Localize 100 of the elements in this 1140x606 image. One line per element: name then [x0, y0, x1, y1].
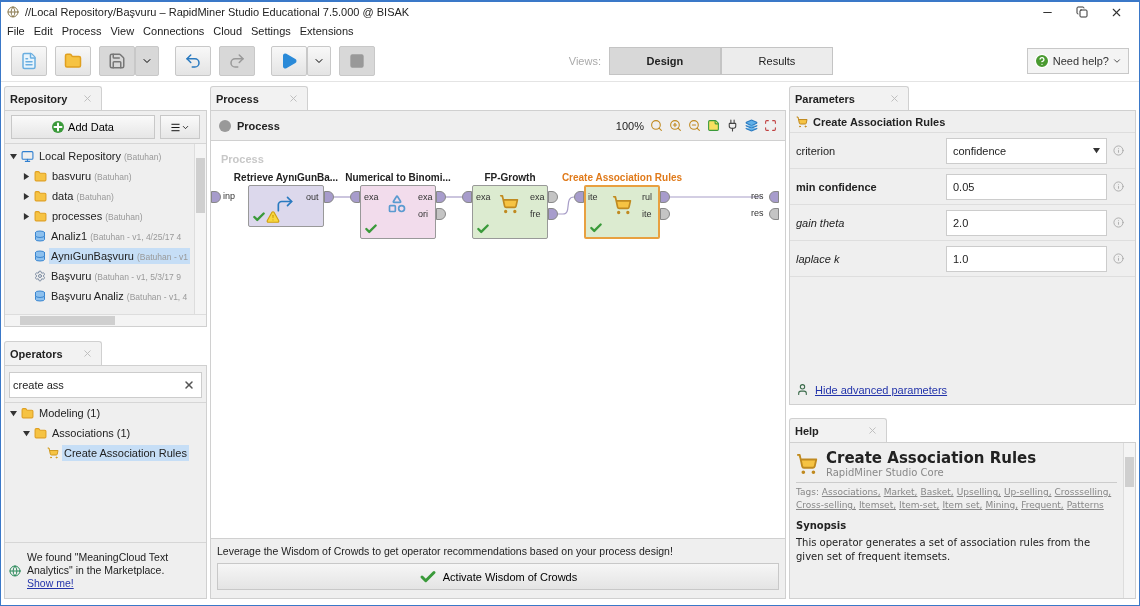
tree-item[interactable]: Analiz1 (Batuhan - v1, 4/25/17 4 — [49, 228, 184, 244]
menu-button[interactable] — [160, 115, 200, 139]
layers-icon[interactable] — [745, 119, 758, 132]
scrollbar[interactable] — [1123, 443, 1135, 598]
output-port[interactable] — [324, 191, 334, 203]
output-port[interactable] — [548, 191, 558, 203]
fit-icon[interactable] — [764, 119, 777, 132]
menu-item[interactable]: Edit — [33, 25, 53, 37]
panel-tab[interactable]: Process — [210, 86, 308, 110]
run-button[interactable] — [271, 45, 307, 76]
collapsed-icon[interactable] — [23, 192, 30, 200]
zoom-out-icon[interactable] — [688, 119, 701, 132]
zoom-reset-icon[interactable] — [650, 119, 663, 132]
app-icon — [7, 6, 19, 18]
menu-item[interactable]: File — [7, 25, 25, 37]
cart-icon — [47, 447, 59, 459]
menu-item[interactable]: Cloud — [213, 25, 242, 37]
panel-tab[interactable]: Help — [789, 418, 887, 442]
port-label: res — [751, 191, 764, 201]
tree-item[interactable]: processes (Batuhan) — [50, 208, 145, 224]
operator-node[interactable] — [248, 185, 324, 227]
output-port[interactable] — [436, 191, 446, 203]
result-port[interactable] — [769, 208, 779, 220]
collapsed-icon[interactable] — [23, 212, 30, 220]
menu-item[interactable]: Extensions — [299, 25, 354, 37]
panel-tab[interactable]: Repository — [4, 86, 102, 110]
output-port[interactable] — [660, 208, 670, 220]
menu-item[interactable]: Connections — [143, 25, 205, 37]
port-label: exa — [418, 192, 433, 202]
output-port[interactable] — [548, 208, 558, 220]
tree-item[interactable]: basvuru (Batuhan) — [50, 168, 134, 184]
input-port[interactable] — [462, 191, 472, 203]
window-title: //Local Repository/Başvuru – RapidMiner Studio Educational 7.5.000 @ BISAK — [25, 6, 411, 18]
output-port[interactable] — [660, 191, 670, 203]
play-icon — [280, 51, 298, 70]
output-port[interactable] — [436, 208, 446, 220]
check-icon — [252, 210, 266, 224]
input-port[interactable] — [211, 191, 221, 203]
menu-item[interactable]: Process — [61, 25, 102, 37]
operator-node[interactable] — [472, 185, 548, 239]
result-port[interactable] — [769, 191, 779, 203]
help-button[interactable]: Need help? — [1026, 47, 1129, 74]
tree-item[interactable]: data (Batuhan) — [50, 188, 116, 204]
info-icon[interactable] — [1112, 217, 1124, 228]
view-tab[interactable]: Results — [720, 46, 833, 75]
expanded-icon[interactable] — [10, 152, 17, 160]
views-label: Views: — [568, 54, 601, 67]
tree-item[interactable]: Associations (1) — [50, 425, 133, 441]
undo-button[interactable] — [175, 45, 211, 76]
tree-item[interactable]: Başvuru (Batuhan - v1, 5/3/17 9 — [49, 268, 183, 284]
redo-button[interactable] — [219, 45, 255, 76]
tree-item[interactable]: AynıGunBaşvuru (Batuhan - v1 — [49, 248, 191, 264]
parameter-field[interactable]: 2.0 — [946, 209, 1107, 236]
restore-icon[interactable] — [1076, 5, 1088, 18]
zoom-in-icon[interactable] — [669, 119, 682, 132]
tree-item[interactable]: Başvuru Analiz (Batuhan - v1, 4 — [49, 288, 190, 304]
stop-button[interactable] — [339, 45, 375, 76]
menu-item[interactable]: Settings — [251, 25, 291, 37]
panel-tab[interactable]: Parameters — [789, 86, 909, 110]
info-icon[interactable] — [1112, 181, 1124, 192]
note-icon[interactable] — [707, 119, 720, 132]
scrollbar[interactable] — [194, 144, 206, 314]
operator-title: Create Association Rules — [560, 172, 684, 183]
info-icon[interactable] — [1112, 253, 1124, 264]
input-port[interactable] — [574, 191, 584, 203]
expanded-icon[interactable] — [23, 429, 30, 437]
clear-icon[interactable] — [183, 379, 195, 391]
advanced-link[interactable]: Hide advanced parameters — [815, 383, 948, 396]
view-tab[interactable]: Design — [608, 46, 721, 75]
add-data-button[interactable]: Add Data — [11, 115, 155, 139]
save-button[interactable] — [99, 45, 135, 76]
check-icon — [364, 222, 378, 236]
show-link[interactable]: Show me! — [27, 577, 74, 589]
menu-item[interactable]: View — [110, 25, 135, 37]
collapsed-icon[interactable] — [23, 172, 30, 180]
panel-tab[interactable]: Operators — [4, 341, 102, 365]
operator-node[interactable] — [584, 185, 660, 239]
activate-button[interactable]: Activate Wisdom of Crowds — [217, 563, 779, 590]
plug-icon[interactable] — [726, 119, 739, 132]
process-title: Process — [237, 119, 281, 132]
open-button[interactable] — [55, 45, 91, 76]
search-field[interactable]: create ass — [9, 372, 202, 398]
operator-name: Create Association Rules — [813, 115, 946, 128]
zoom-level: 100% — [615, 119, 644, 132]
expanded-icon[interactable] — [10, 409, 17, 417]
tree-item[interactable]: Modeling (1) — [37, 405, 103, 421]
parameter-dropdown[interactable]: confidence — [946, 137, 1107, 164]
parameter-field[interactable]: 0.05 — [946, 173, 1107, 200]
database-icon — [34, 290, 46, 302]
synopsis-text: This operator generates a set of association rules from the given set of frequent itemsets. — [796, 536, 1092, 564]
input-port[interactable] — [350, 191, 360, 203]
parameter-field[interactable]: 1.0 — [946, 245, 1107, 272]
operator-node[interactable] — [360, 185, 436, 239]
connection-line — [333, 196, 351, 198]
tree-item[interactable]: Local Repository (Batuhan) — [37, 148, 164, 164]
new-button[interactable] — [11, 45, 47, 76]
info-icon[interactable] — [1112, 145, 1124, 156]
folder-icon — [34, 189, 47, 203]
tree-item[interactable]: Create Association Rules — [62, 445, 189, 461]
scrollbar[interactable] — [5, 314, 206, 326]
